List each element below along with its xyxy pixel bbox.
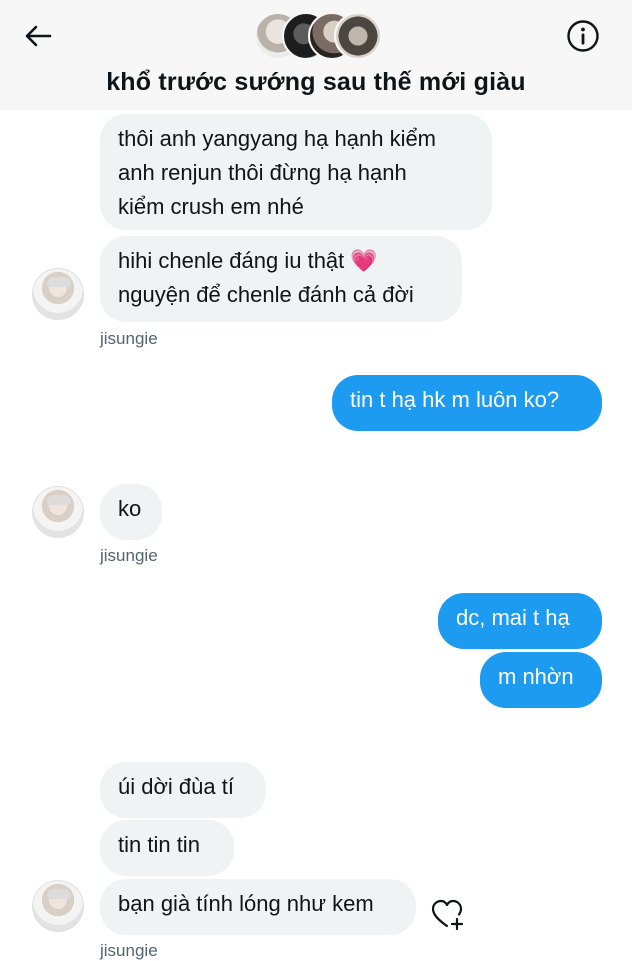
avatar[interactable] <box>32 880 84 932</box>
sender-name: jisungie <box>100 329 158 348</box>
message-bubble-outgoing[interactable]: tin t hạ hk m luôn ko? <box>332 375 602 431</box>
message-bubble-outgoing[interactable]: dc, mai t hạ <box>438 593 602 649</box>
add-reaction-button[interactable] <box>428 895 468 935</box>
avatar[interactable] <box>32 268 84 320</box>
info-icon <box>567 20 599 52</box>
back-button[interactable] <box>18 18 58 54</box>
heart-plus-icon <box>431 899 464 931</box>
group-avatar <box>334 12 382 60</box>
conversation-title[interactable]: khổ trước sướng sau thế mới giàu <box>0 68 632 97</box>
arrow-left-icon <box>25 25 52 47</box>
message-bubble[interactable]: hihi chenle đáng iu thật 💗 nguyện để che… <box>100 236 462 322</box>
message-bubble[interactable]: thôi anh yangyang hạ hạnh kiểm anh renju… <box>100 114 492 230</box>
conversation-header: khổ trước sướng sau thế mới giàu <box>0 0 632 110</box>
message-bubble[interactable]: tin tin tin <box>100 820 234 876</box>
sender-name: jisungie <box>100 546 158 565</box>
message-bubble[interactable]: ko <box>100 484 162 540</box>
message-bubble[interactable]: úi dời đùa tí <box>100 762 266 818</box>
message-bubble[interactable]: bạn già tính lóng như kem <box>100 879 416 935</box>
sender-name: jisungie <box>100 941 158 960</box>
message-bubble-outgoing[interactable]: m nhờn <box>480 652 602 708</box>
avatar[interactable] <box>32 486 84 538</box>
group-avatars[interactable] <box>254 12 382 60</box>
info-button[interactable] <box>563 16 603 56</box>
